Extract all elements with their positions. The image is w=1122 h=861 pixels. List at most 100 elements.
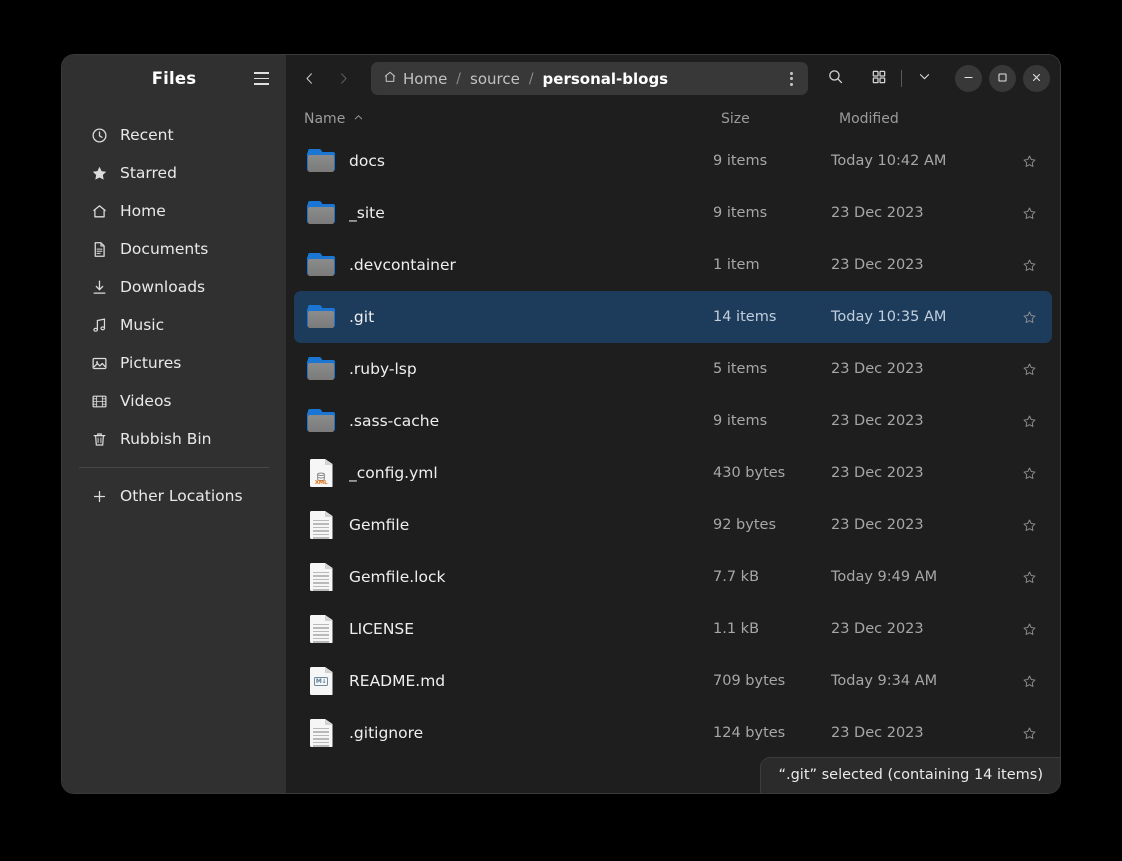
file-icon-cell bbox=[304, 200, 338, 226]
table-row[interactable]: .ruby-lsp 5 items 23 Dec 2023 bbox=[294, 343, 1052, 395]
close-icon bbox=[1030, 69, 1043, 88]
sidebar-item-starred[interactable]: Starred bbox=[71, 154, 277, 192]
file-size: 709 bytes bbox=[713, 673, 786, 689]
sidebar-item-music[interactable]: Music bbox=[71, 306, 277, 344]
kebab-menu-icon[interactable] bbox=[778, 66, 804, 92]
star-outline-icon[interactable] bbox=[1006, 674, 1052, 689]
maximize-icon bbox=[996, 69, 1009, 88]
sidebar-item-label: Music bbox=[120, 316, 165, 334]
table-row[interactable]: _site 9 items 23 Dec 2023 bbox=[294, 187, 1052, 239]
column-header-name[interactable]: Name bbox=[304, 111, 721, 127]
star-outline-icon[interactable] bbox=[1006, 518, 1052, 533]
sidebar-item-label: Pictures bbox=[120, 354, 182, 372]
star-outline-icon[interactable] bbox=[1006, 466, 1052, 481]
file-icon-cell bbox=[304, 356, 338, 382]
star-outline-icon[interactable] bbox=[1006, 362, 1052, 377]
sidebar-item-recent[interactable]: Recent bbox=[71, 116, 277, 154]
minimize-button[interactable] bbox=[955, 65, 982, 92]
sidebar-item-documents[interactable]: Documents bbox=[71, 230, 277, 268]
sidebar-item-home[interactable]: Home bbox=[71, 192, 277, 230]
hamburger-icon[interactable] bbox=[248, 66, 274, 92]
file-name: docs bbox=[349, 152, 385, 170]
file-size: 1.1 kB bbox=[713, 621, 760, 637]
file-name: .ruby-lsp bbox=[349, 360, 417, 378]
breadcrumb: Home / source / personal-blogs bbox=[371, 62, 808, 95]
text-lines bbox=[313, 728, 329, 749]
star-outline-icon[interactable] bbox=[1006, 726, 1052, 741]
folder-icon bbox=[307, 408, 335, 434]
document-icon bbox=[90, 240, 109, 259]
file-modified: 23 Dec 2023 bbox=[831, 465, 924, 481]
star-icon bbox=[90, 164, 109, 183]
column-header-size[interactable]: Size bbox=[721, 111, 839, 127]
back-button[interactable] bbox=[294, 64, 324, 94]
sidebar-item-rubbish-bin[interactable]: Rubbish Bin bbox=[71, 420, 277, 458]
sidebar-item-label: Recent bbox=[120, 126, 174, 144]
grid-view-button[interactable] bbox=[864, 64, 894, 94]
file-name: .devcontainer bbox=[349, 256, 456, 274]
sidebar-divider bbox=[79, 467, 269, 468]
breadcrumb-item-home[interactable]: Home bbox=[383, 70, 447, 88]
file-modified: 23 Dec 2023 bbox=[831, 621, 924, 637]
star-outline-icon[interactable] bbox=[1006, 258, 1052, 273]
text-lines bbox=[313, 624, 329, 645]
chevron-down-icon bbox=[917, 69, 932, 88]
file-icon-cell bbox=[304, 719, 338, 747]
markdown-badge: M↓ bbox=[314, 676, 328, 686]
column-headers: Name Size Modified bbox=[286, 102, 1060, 135]
column-header-name-label: Name bbox=[304, 110, 346, 127]
text-file-icon bbox=[309, 563, 333, 591]
file-icon-cell bbox=[304, 252, 338, 278]
view-controls bbox=[864, 64, 939, 94]
star-outline-icon[interactable] bbox=[1006, 414, 1052, 429]
table-row[interactable]: Gemfile 92 bytes 23 Dec 2023 bbox=[294, 499, 1052, 551]
maximize-button[interactable] bbox=[989, 65, 1016, 92]
breadcrumb-item-current[interactable]: personal-blogs bbox=[543, 70, 669, 88]
view-divider bbox=[901, 70, 902, 87]
star-outline-icon[interactable] bbox=[1006, 206, 1052, 221]
sidebar-item-downloads[interactable]: Downloads bbox=[71, 268, 277, 306]
table-row[interactable]: .gitignore 124 bytes 23 Dec 2023 bbox=[294, 707, 1052, 759]
status-bar: “.git” selected (containing 14 items) bbox=[761, 758, 1060, 793]
file-name: _site bbox=[349, 204, 385, 222]
table-row[interactable]: .git 14 items Today 10:35 AM bbox=[294, 291, 1052, 343]
table-row[interactable]: .sass-cache 9 items 23 Dec 2023 bbox=[294, 395, 1052, 447]
view-options-button[interactable] bbox=[909, 64, 939, 94]
file-size: 430 bytes bbox=[713, 465, 786, 481]
sidebar-item-pictures[interactable]: Pictures bbox=[71, 344, 277, 382]
sidebar-item-videos[interactable]: Videos bbox=[71, 382, 277, 420]
breadcrumb-label: Home bbox=[403, 69, 448, 88]
column-header-modified[interactable]: Modified bbox=[839, 111, 1014, 127]
star-outline-icon[interactable] bbox=[1006, 310, 1052, 325]
download-icon bbox=[90, 278, 109, 297]
plus-icon bbox=[90, 487, 109, 506]
file-modified: Today 9:34 AM bbox=[831, 673, 938, 689]
star-outline-icon[interactable] bbox=[1006, 154, 1052, 169]
star-outline-icon[interactable] bbox=[1006, 622, 1052, 637]
file-modified: Today 10:42 AM bbox=[831, 153, 947, 169]
chevron-up-icon bbox=[353, 111, 364, 127]
folder-icon bbox=[307, 148, 335, 174]
table-row[interactable]: LICENSE 1.1 kB 23 Dec 2023 bbox=[294, 603, 1052, 655]
table-row[interactable]: docs 9 items Today 10:42 AM bbox=[294, 135, 1052, 187]
search-icon bbox=[827, 68, 844, 89]
file-list[interactable]: docs 9 items Today 10:42 AM _site 9 items 23 … bbox=[286, 135, 1060, 793]
sidebar: Files Recent Starred Home Documents Down… bbox=[62, 55, 286, 793]
table-row[interactable]: .devcontainer 1 item 23 Dec 2023 bbox=[294, 239, 1052, 291]
forward-button[interactable] bbox=[328, 64, 358, 94]
text-file-icon bbox=[309, 511, 333, 539]
table-row[interactable]: XML _config.yml 430 bytes 23 Dec 2023 bbox=[294, 447, 1052, 499]
yaml-badge: XML bbox=[314, 479, 328, 486]
file-modified: 23 Dec 2023 bbox=[831, 361, 924, 377]
search-button[interactable] bbox=[820, 64, 850, 94]
file-icon-cell bbox=[304, 148, 338, 174]
sidebar-item-other-locations[interactable]: Other Locations bbox=[71, 477, 277, 515]
table-row[interactable]: M↓ README.md 709 bytes Today 9:34 AM bbox=[294, 655, 1052, 707]
markdown-file-icon: M↓ bbox=[309, 667, 333, 695]
star-outline-icon[interactable] bbox=[1006, 570, 1052, 585]
places-list: Recent Starred Home Documents Downloads … bbox=[62, 102, 286, 515]
breadcrumb-item-source[interactable]: source bbox=[470, 70, 520, 88]
close-button[interactable] bbox=[1023, 65, 1050, 92]
table-row[interactable]: Gemfile.lock 7.7 kB Today 9:49 AM bbox=[294, 551, 1052, 603]
header-bar: Home / source / personal-blogs bbox=[286, 55, 1060, 102]
